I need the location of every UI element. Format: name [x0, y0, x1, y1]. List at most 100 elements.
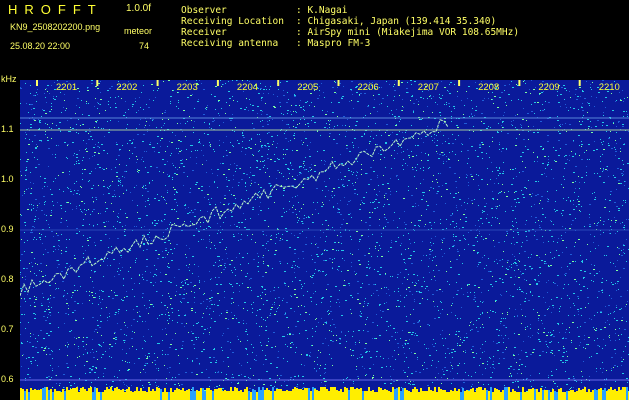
- noise-speck: [369, 212, 370, 213]
- noise-speck: [311, 301, 312, 302]
- noise-speck: [215, 86, 217, 87]
- noise-speck: [345, 176, 346, 177]
- noise-speck: [101, 357, 102, 358]
- noise-speck: [77, 290, 78, 291]
- noise-speck: [314, 106, 315, 107]
- noise-speck: [111, 86, 113, 87]
- noise-speck: [134, 283, 135, 284]
- noise-speck: [446, 228, 447, 229]
- noise-speck: [451, 305, 452, 306]
- noise-speck: [600, 217, 601, 218]
- noise-speck: [580, 326, 581, 327]
- noise-speck: [194, 216, 196, 217]
- noise-speck: [461, 307, 462, 308]
- noise-speck: [257, 310, 258, 311]
- noise-speck: [543, 163, 544, 164]
- noise-speck: [596, 149, 598, 150]
- noise-speck: [497, 206, 498, 207]
- noise-speck: [265, 294, 266, 295]
- noise-speck: [61, 112, 62, 113]
- noise-speck: [567, 266, 568, 267]
- noise-speck: [118, 268, 119, 269]
- noise-speck: [225, 113, 226, 114]
- noise-speck: [307, 145, 308, 146]
- noise-speck: [601, 142, 602, 143]
- noise-speck: [453, 106, 455, 107]
- noise-speck: [558, 238, 559, 239]
- noise-speck: [551, 334, 553, 335]
- noise-speck: [551, 169, 552, 170]
- noise-speck: [199, 141, 200, 142]
- noise-speck: [223, 333, 224, 334]
- noise-speck: [194, 348, 195, 349]
- noise-speck: [466, 174, 467, 175]
- noise-speck: [53, 181, 54, 182]
- noise-speck: [309, 355, 310, 356]
- noise-speck: [252, 352, 253, 353]
- noise-speck: [186, 257, 187, 258]
- noise-speck: [116, 295, 118, 296]
- noise-speck: [51, 350, 52, 351]
- noise-speck: [322, 224, 323, 225]
- noise-speck: [35, 263, 36, 264]
- noise-speck: [444, 253, 445, 254]
- noise-speck: [171, 308, 173, 309]
- noise-speck: [540, 110, 541, 111]
- noise-speck: [133, 309, 134, 310]
- noise-speck: [53, 96, 54, 97]
- noise-speck: [99, 327, 101, 328]
- noise-speck: [247, 273, 248, 274]
- noise-speck: [623, 227, 625, 228]
- noise-speck: [578, 109, 579, 110]
- noise-speck: [418, 104, 419, 105]
- noise-speck: [550, 332, 551, 333]
- noise-speck: [237, 383, 239, 384]
- noise-speck: [558, 131, 559, 132]
- noise-speck: [427, 98, 428, 99]
- noise-speck: [473, 250, 475, 251]
- noise-speck: [165, 328, 166, 329]
- noise-speck: [152, 147, 153, 148]
- noise-speck: [445, 357, 446, 358]
- noise-speck: [98, 152, 99, 153]
- noise-speck: [605, 322, 606, 323]
- noise-speck: [175, 349, 177, 350]
- noise-speck: [181, 348, 183, 349]
- noise-speck: [471, 146, 473, 147]
- noise-speck: [142, 195, 143, 196]
- noise-speck: [65, 313, 67, 314]
- noise-speck: [203, 342, 204, 343]
- noise-speck: [168, 80, 170, 81]
- noise-speck: [238, 222, 240, 223]
- noise-speck: [398, 288, 399, 289]
- noise-speck: [48, 376, 50, 377]
- noise-speck: [178, 140, 180, 141]
- noise-speck: [372, 322, 374, 323]
- noise-speck: [268, 250, 269, 251]
- noise-speck: [238, 375, 240, 376]
- noise-speck: [34, 258, 35, 259]
- noise-speck: [389, 295, 390, 296]
- noise-speck: [30, 127, 32, 128]
- noise-speck: [343, 285, 345, 286]
- noise-speck: [258, 192, 259, 193]
- noise-speck: [569, 91, 570, 92]
- noise-speck: [76, 161, 77, 162]
- noise-speck: [566, 351, 567, 352]
- noise-speck: [333, 128, 334, 129]
- noise-speck: [151, 336, 152, 337]
- noise-speck: [474, 199, 475, 200]
- noise-speck: [204, 293, 205, 294]
- noise-speck: [457, 318, 458, 319]
- noise-speck: [212, 121, 214, 122]
- noise-speck: [453, 197, 455, 198]
- info-value-receiver: : AirSpy mini (Miakejima VOR 108.65MHz): [296, 27, 520, 38]
- noise-speck: [354, 138, 356, 139]
- noise-speck: [135, 101, 136, 102]
- noise-speck: [317, 247, 319, 248]
- noise-speck: [495, 281, 497, 282]
- noise-speck: [496, 343, 498, 344]
- noise-speck: [606, 280, 607, 281]
- noise-speck: [342, 185, 343, 186]
- noise-speck: [478, 185, 479, 186]
